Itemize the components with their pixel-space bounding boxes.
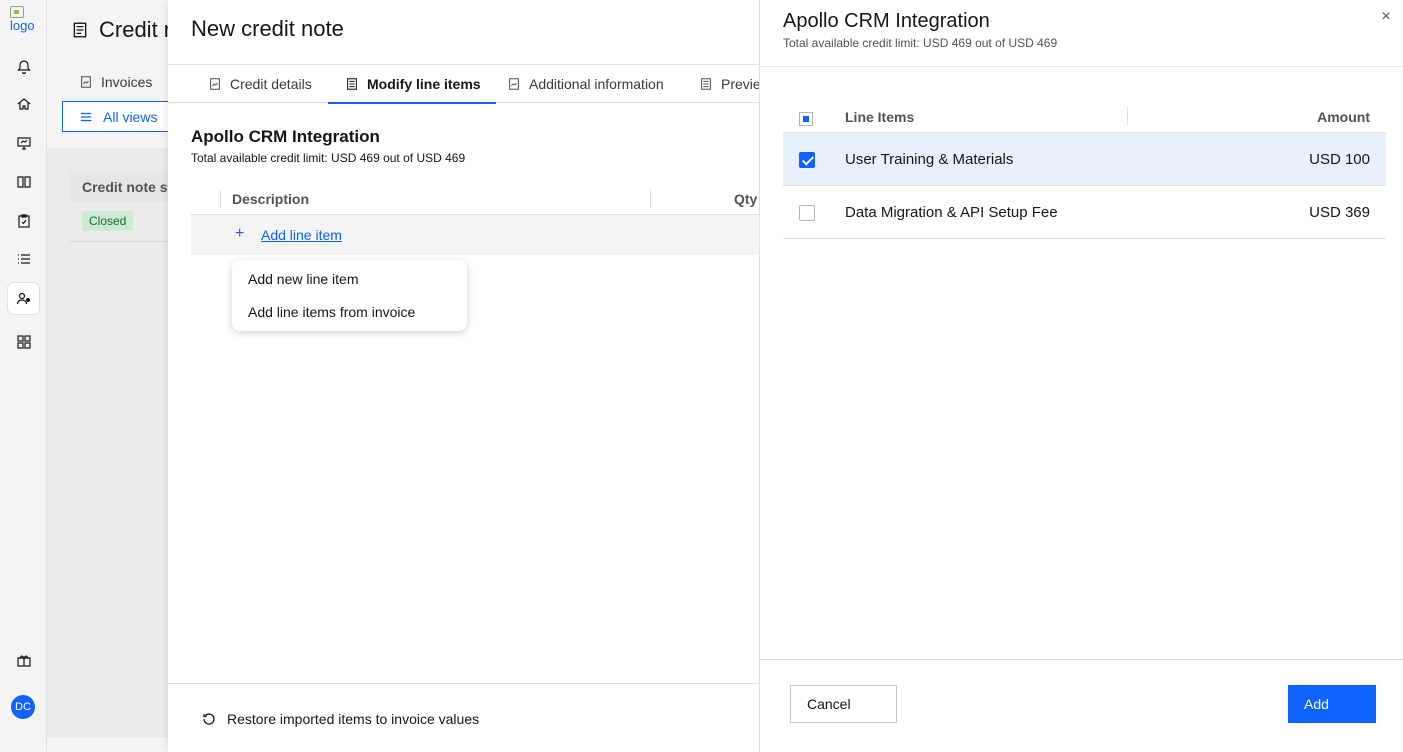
column-separator xyxy=(650,190,651,208)
row-divider xyxy=(70,241,168,242)
restore-label: Restore imported items to invoice values xyxy=(227,711,480,727)
home-icon[interactable] xyxy=(8,88,39,119)
column-header-qty: Qty xyxy=(734,191,758,207)
document-chart-icon xyxy=(509,78,519,90)
status-badge: Closed xyxy=(82,211,134,231)
panel-title: Apollo CRM Integration xyxy=(783,10,990,32)
row-name: Data Migration & API Setup Fee xyxy=(845,204,1058,221)
panel-line-items-table: Line Items Amount User Training & Materi… xyxy=(783,100,1386,239)
table-row[interactable]: Data Migration & API Setup Fee USD 369 xyxy=(783,186,1386,239)
plus-icon: + xyxy=(235,225,245,242)
add-button[interactable]: Add xyxy=(1288,685,1376,723)
section-subtitle: Total available credit limit: USD 469 ou… xyxy=(191,151,466,165)
broken-image-icon xyxy=(10,6,24,18)
tab-label: Credit details xyxy=(230,76,312,92)
list-icon[interactable] xyxy=(8,243,39,274)
row-checkbox[interactable] xyxy=(799,205,815,221)
tab-credit-details[interactable]: Credit details xyxy=(208,65,312,103)
menu-item-add-new-line-item[interactable]: Add new line item xyxy=(248,271,359,287)
add-line-item-menu: Add new line item Add line items from in… xyxy=(232,260,467,331)
bell-icon[interactable] xyxy=(8,51,39,82)
document-icon xyxy=(73,22,87,38)
panel-footer: Cancel Add xyxy=(760,659,1403,752)
add-line-item-link[interactable]: Add line item xyxy=(261,227,342,243)
column-header-status[interactable]: Credit note status xyxy=(70,172,168,202)
section-title: Apollo CRM Integration xyxy=(191,127,380,146)
all-views-label: All views xyxy=(103,108,158,125)
all-views-button[interactable]: All views xyxy=(62,101,168,132)
document-list-icon xyxy=(347,77,357,90)
tab-label: Preview xyxy=(721,76,759,92)
line-items-panel: Apollo CRM Integration Total available c… xyxy=(759,0,1403,752)
book-icon[interactable] xyxy=(8,166,39,197)
column-header-amount: Amount xyxy=(1317,109,1370,125)
left-rail: logo DC xyxy=(0,0,47,752)
table-area xyxy=(47,148,168,738)
menu-item-add-from-invoice[interactable]: Add line items from invoice xyxy=(248,304,415,320)
tab-label: Modify line items xyxy=(367,75,481,92)
monitor-icon[interactable] xyxy=(8,127,39,158)
apps-icon[interactable] xyxy=(8,326,39,357)
panel-subtitle: Total available credit limit: USD 469 ou… xyxy=(783,36,1058,50)
tab-preview[interactable]: Preview xyxy=(699,65,759,103)
cancel-button[interactable]: Cancel xyxy=(790,685,897,723)
logo[interactable]: logo xyxy=(10,6,40,33)
restore-icon xyxy=(203,713,215,725)
close-icon[interactable]: × xyxy=(1378,9,1394,25)
tab-modify-line-items[interactable]: Modify line items xyxy=(328,65,496,104)
column-separator xyxy=(220,190,221,208)
table-header: Line Items Amount xyxy=(783,100,1386,133)
divider xyxy=(760,66,1403,67)
invoice-icon xyxy=(81,76,91,88)
tab-label: Additional information xyxy=(529,76,664,92)
line-items-table-header: Description Qty xyxy=(191,184,759,215)
column-separator xyxy=(1127,107,1128,125)
row-amount: USD 369 xyxy=(1309,204,1370,221)
column-header-description: Description xyxy=(232,191,310,207)
clipboard-icon[interactable] xyxy=(8,205,39,236)
page-title: Credit notes xyxy=(71,17,168,43)
modal-footer: Restore imported items to invoice values xyxy=(168,683,759,752)
row-amount: USD 100 xyxy=(1309,151,1370,168)
user-group-icon[interactable] xyxy=(8,283,39,314)
new-credit-note-modal: New credit note Credit details Modify li… xyxy=(168,0,759,752)
gift-icon[interactable] xyxy=(8,644,39,675)
add-line-item-row: + Add line item xyxy=(191,215,759,255)
document-list-icon xyxy=(701,78,711,90)
tab-invoices[interactable]: Invoices xyxy=(79,63,152,101)
tab-additional-information[interactable]: Additional information xyxy=(507,65,664,103)
column-header-line-items: Line Items xyxy=(845,109,915,125)
avatar[interactable]: DC xyxy=(11,695,35,719)
restore-button[interactable]: Restore imported items to invoice values xyxy=(201,711,479,727)
document-chart-icon xyxy=(210,78,220,90)
row-name: User Training & Materials xyxy=(845,151,1014,168)
modal-title: New credit note xyxy=(191,16,344,41)
modal-tabs: Credit details Modify line items Additio… xyxy=(168,64,759,104)
menu-icon xyxy=(80,112,92,121)
select-all-checkbox[interactable] xyxy=(799,112,813,126)
tab-invoices-label: Invoices xyxy=(101,74,153,90)
logo-alt-text: logo xyxy=(10,18,35,33)
background-page: Credit notes Invoices All views Credit n… xyxy=(47,0,168,752)
page-title-text: Credit notes xyxy=(99,17,168,42)
table-row[interactable]: User Training & Materials USD 100 xyxy=(783,133,1386,186)
row-checkbox[interactable] xyxy=(799,152,815,168)
